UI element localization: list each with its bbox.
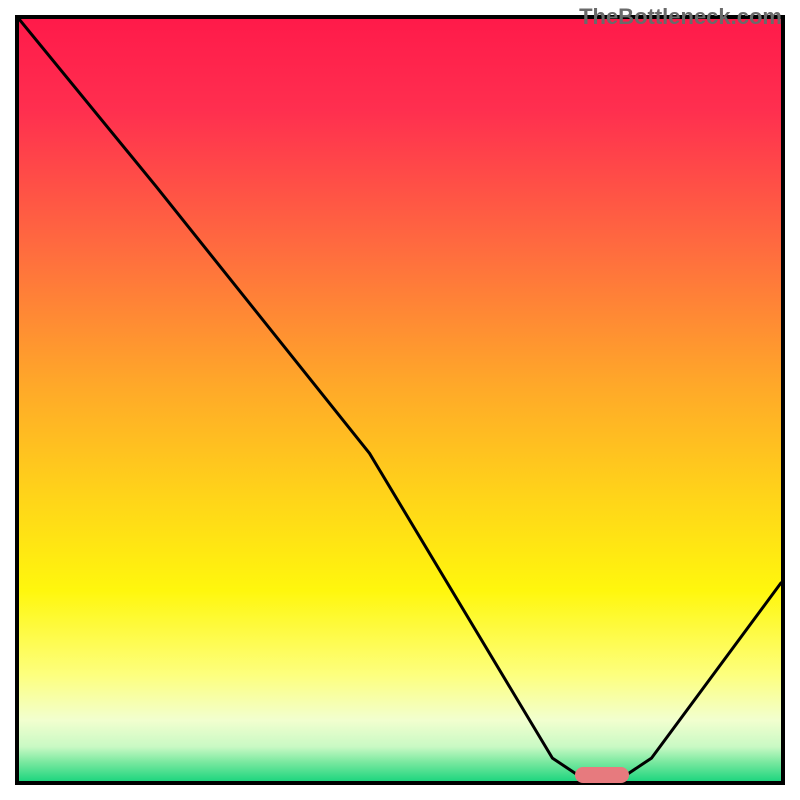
optimum-marker bbox=[575, 767, 628, 783]
watermark-text: TheBottleneck.com bbox=[579, 4, 782, 30]
chart-frame bbox=[15, 15, 785, 785]
bottleneck-curve bbox=[19, 19, 781, 781]
